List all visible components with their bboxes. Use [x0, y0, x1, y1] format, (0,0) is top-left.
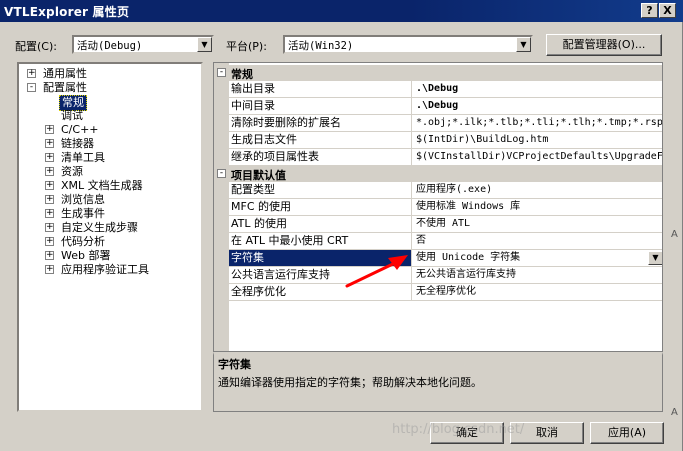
expand-plus-icon[interactable]: + — [45, 209, 54, 218]
apply-button[interactable]: 应用(A) — [590, 422, 664, 444]
config-value: 活动(Debug) — [77, 40, 143, 52]
property-value[interactable]: 否 — [414, 233, 662, 249]
platform-combo[interactable]: 活动(Win32) ▼ — [283, 35, 533, 54]
expand-plus-icon[interactable]: + — [45, 153, 54, 162]
expand-plus-icon[interactable]: + — [45, 139, 54, 148]
property-name: 继承的项目属性表 — [229, 149, 412, 165]
tree-item-label: 调试 — [61, 109, 83, 122]
category-project-defaults[interactable]: - 项目默认值 — [214, 166, 662, 182]
grid-gutter — [214, 63, 229, 351]
edge-char: A — [671, 407, 678, 418]
config-label: 配置(C): — [15, 40, 57, 53]
property-name: 清除时要删除的扩展名 — [229, 115, 412, 131]
property-row-atl-use[interactable]: ATL 的使用 不使用 ATL — [229, 216, 662, 233]
tree-item-label: 生成事件 — [61, 207, 105, 220]
expand-plus-icon[interactable]: + — [45, 167, 54, 176]
property-value[interactable]: 使用标准 Windows 库 — [414, 199, 662, 215]
property-row-build-log[interactable]: 生成日志文件 $(IntDir)\BuildLog.htm — [229, 132, 662, 149]
window-title: VTLExplorer 属性页 — [4, 5, 130, 19]
tree-item-label: 代码分析 — [61, 235, 105, 248]
property-value[interactable]: $(IntDir)\BuildLog.htm — [414, 132, 662, 148]
watermark: http://blog.csdn.net/ — [392, 422, 525, 437]
property-value[interactable]: .\Debug — [414, 98, 662, 114]
property-grid[interactable]: - 常规 输出目录 .\Debug 中间目录 .\Debug 清除时要删除的扩展… — [213, 62, 663, 352]
title-bar[interactable]: VTLExplorer 属性页 ? X — [0, 0, 683, 22]
tree-item-label: 通用属性 — [43, 67, 87, 80]
property-row-intermediate-dir[interactable]: 中间目录 .\Debug — [229, 98, 662, 115]
property-row-inherited-sheets[interactable]: 继承的项目属性表 $(VCInstallDir)VCProjectDefault… — [229, 149, 662, 166]
description-text: 通知编译器使用指定的字符集；帮助解决本地化问题。 — [218, 376, 482, 389]
tree-item-label: 应用程序验证工具 — [61, 263, 149, 276]
property-name: 配置类型 — [229, 182, 412, 198]
category-title: 项目默认值 — [231, 169, 286, 182]
close-button[interactable]: X — [659, 3, 676, 18]
property-pages-window: VTLExplorer 属性页 ? X 配置(C): 活动(Debug) ▼ 平… — [0, 0, 683, 451]
property-name: MFC 的使用 — [229, 199, 412, 215]
property-name: 中间目录 — [229, 98, 412, 114]
collapse-minus-icon[interactable]: - — [217, 169, 226, 178]
chevron-down-icon[interactable]: ▼ — [648, 251, 662, 265]
property-value[interactable]: 无全程序优化 — [414, 284, 662, 300]
tree-item-label: 浏览信息 — [61, 193, 105, 206]
expand-plus-icon[interactable]: + — [27, 69, 36, 78]
config-manager-button[interactable]: 配置管理器(O)... — [546, 34, 662, 56]
property-row-clr-support[interactable]: 公共语言运行库支持 无公共语言运行库支持 — [229, 267, 662, 284]
property-name: 字符集 — [229, 250, 412, 266]
expand-plus-icon[interactable]: + — [45, 251, 54, 260]
property-value[interactable]: 应用程序(.exe) — [414, 182, 662, 198]
property-name: 全程序优化 — [229, 284, 412, 300]
tree-item-label: C/C++ — [61, 123, 99, 136]
tree-item-label: 链接器 — [61, 137, 94, 150]
expand-plus-icon[interactable]: + — [45, 195, 54, 204]
property-row-whole-program-opt[interactable]: 全程序优化 无全程序优化 — [229, 284, 662, 301]
property-name: 输出目录 — [229, 81, 412, 97]
tree-item-label: 资源 — [61, 165, 83, 178]
property-value[interactable]: .\Debug — [414, 81, 662, 97]
tree-item-label: 自定义生成步骤 — [61, 221, 138, 234]
category-title: 常规 — [231, 68, 253, 81]
collapse-minus-icon[interactable]: - — [217, 68, 226, 77]
category-general[interactable]: - 常规 — [214, 65, 662, 81]
property-row-config-type[interactable]: 配置类型 应用程序(.exe) — [229, 182, 662, 199]
config-combo[interactable]: 活动(Debug) ▼ — [72, 35, 214, 54]
property-value[interactable]: 使用 Unicode 字符集 — [414, 250, 662, 266]
property-row-output-dir[interactable]: 输出目录 .\Debug — [229, 81, 662, 98]
chevron-down-icon[interactable]: ▼ — [197, 37, 212, 52]
description-title: 字符集 — [218, 358, 251, 371]
edge-char: A — [671, 229, 678, 240]
property-name: 公共语言运行库支持 — [229, 267, 412, 283]
property-row-clean-extensions[interactable]: 清除时要删除的扩展名 *.obj;*.ilk;*.tlb;*.tli;*.tlh… — [229, 115, 662, 132]
collapse-minus-icon[interactable]: - — [27, 83, 36, 92]
expand-plus-icon[interactable]: + — [45, 265, 54, 274]
property-name: ATL 的使用 — [229, 216, 412, 232]
tree-item-label: 清单工具 — [61, 151, 105, 164]
property-value[interactable]: $(VCInstallDir)VCProjectDefaults\Upgrade… — [414, 149, 662, 165]
help-button[interactable]: ? — [641, 3, 658, 18]
expand-plus-icon[interactable]: + — [45, 237, 54, 246]
expand-plus-icon[interactable]: + — [45, 223, 54, 232]
expand-plus-icon[interactable]: + — [45, 181, 54, 190]
description-panel: 字符集 通知编译器使用指定的字符集；帮助解决本地化问题。 — [213, 352, 663, 412]
platform-value: 活动(Win32) — [288, 40, 354, 52]
tree-item-label: XML 文档生成器 — [61, 179, 143, 192]
property-row-atl-min-crt[interactable]: 在 ATL 中最小使用 CRT 否 — [229, 233, 662, 250]
tree-item-label: 配置属性 — [43, 81, 87, 94]
chevron-down-icon[interactable]: ▼ — [516, 37, 531, 52]
property-name: 在 ATL 中最小使用 CRT — [229, 233, 412, 249]
property-row-mfc-use[interactable]: MFC 的使用 使用标准 Windows 库 — [229, 199, 662, 216]
property-value[interactable]: 不使用 ATL — [414, 216, 662, 232]
property-row-character-set[interactable]: 字符集 使用 Unicode 字符集 ▼ — [229, 250, 662, 267]
tree-item-label: Web 部署 — [61, 249, 111, 262]
expand-plus-icon[interactable]: + — [45, 125, 54, 134]
platform-label: 平台(P): — [226, 40, 267, 53]
property-tree[interactable]: + 通用属性 - 配置属性 常规 调试 + C/C++ + 链接器 + 清单工具… — [17, 62, 203, 412]
property-value[interactable]: *.obj;*.ilk;*.tlb;*.tli;*.tlh;*.tmp;*.rs… — [414, 115, 662, 131]
property-value[interactable]: 无公共语言运行库支持 — [414, 267, 662, 283]
property-name: 生成日志文件 — [229, 132, 412, 148]
